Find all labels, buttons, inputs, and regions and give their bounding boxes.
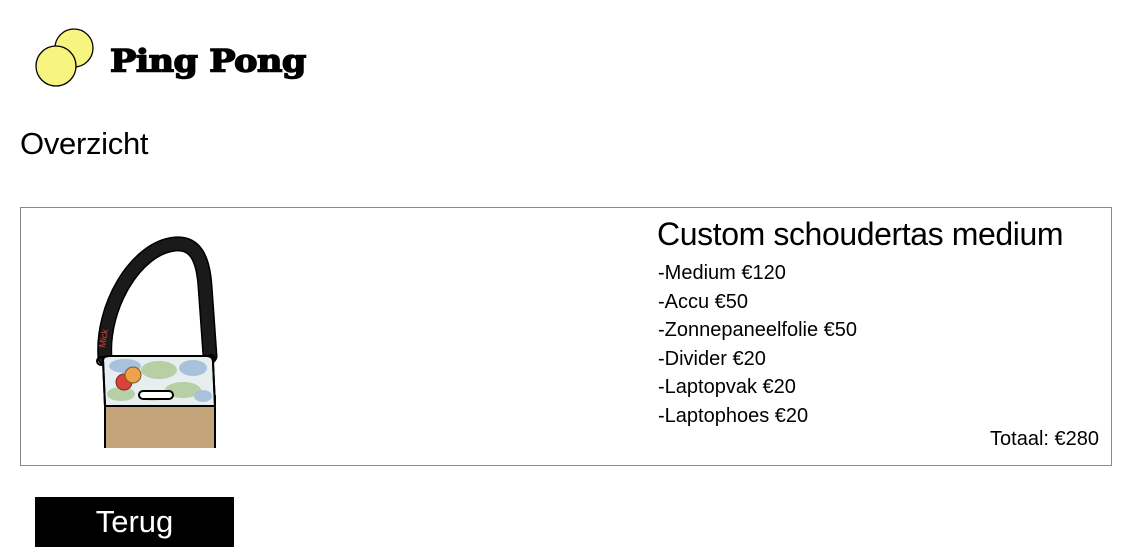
option-item: -Zonnepaneelfolie €50 — [658, 319, 858, 342]
option-item: -Accu €50 — [658, 290, 749, 313]
order-total: Totaal: €280 — [990, 428, 1099, 450]
brand-name: Ping Pong — [109, 43, 307, 80]
back-button[interactable]: Terug — [35, 497, 234, 547]
option-item: -Laptophoes €20 — [658, 404, 809, 427]
option-item: -Divider €20 — [658, 347, 766, 370]
option-item: -Laptopvak €20 — [658, 376, 796, 399]
shoulder-bag-image: Mick — [96, 236, 218, 448]
option-item: -Medium €120 — [658, 262, 786, 284]
product-title: Custom schoudertas medium — [657, 216, 1064, 252]
order-summary-card: Mick Custom schoudertas medium -Medium €… — [20, 207, 1112, 466]
page-title: Overzicht — [20, 126, 149, 161]
two-ping-pong-balls-icon — [35, 28, 94, 87]
brand-logo[interactable]: Ping Pong — [34, 26, 364, 90]
product-options-list: -Medium €120 -Accu €50 -Zonnepaneelfolie… — [658, 259, 857, 431]
